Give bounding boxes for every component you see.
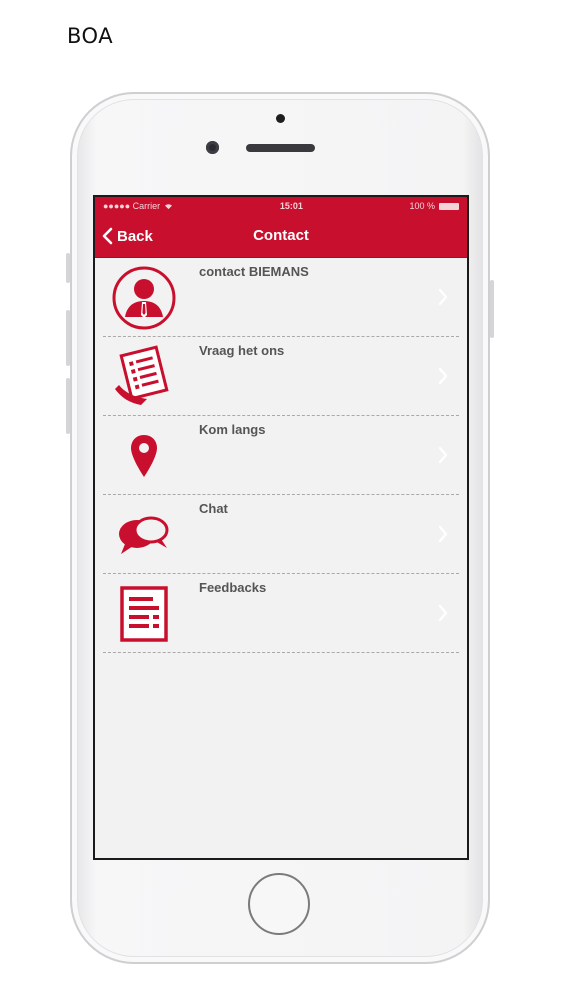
battery-icon [439, 202, 459, 210]
battery-percent: 100 % [409, 201, 435, 211]
list-item-vraag-het-ons[interactable]: Vraag het ons [103, 337, 459, 416]
navigation-bar: Back Contact [95, 215, 467, 258]
proximity-sensor [276, 114, 285, 123]
list-item-label: Vraag het ons [199, 343, 285, 358]
earpiece-speaker [246, 144, 315, 152]
list-item-chat[interactable]: Chat [103, 495, 459, 574]
page-caption: BOA [67, 24, 114, 48]
chevron-right-icon [438, 525, 448, 543]
list-item-contact-biemans[interactable]: contact BIEMANS [103, 258, 459, 337]
list-item-label: Kom langs [199, 422, 266, 437]
chat-bubbles-icon [109, 503, 179, 567]
form-icon [109, 582, 179, 646]
list-item-label: Chat [199, 501, 228, 516]
list-item-label: contact BIEMANS [199, 264, 309, 279]
front-camera-icon [206, 141, 219, 154]
list-item-label: Feedbacks [199, 580, 267, 595]
list-item-kom-langs[interactable]: Kom langs [103, 416, 459, 495]
page-title: Contact [253, 227, 309, 244]
status-bar: ●●●●● Carrier 15:01 100 % [95, 197, 467, 215]
chevron-right-icon [438, 367, 448, 385]
carrier-label: ●●●●● Carrier [103, 201, 161, 211]
chevron-right-icon [438, 288, 448, 306]
phone-screen: ●●●●● Carrier 15:01 100 % Back Contact c… [93, 195, 469, 860]
wifi-icon [165, 203, 173, 209]
chevron-right-icon [438, 446, 448, 464]
contact-options-list: contact BIEMANS Vraag het ons Kom langs … [95, 258, 467, 653]
map-pin-icon [109, 424, 179, 488]
person-icon [109, 266, 179, 330]
status-time: 15:01 [279, 201, 303, 211]
power-button [490, 280, 494, 338]
document-icon [109, 345, 179, 409]
home-button[interactable] [248, 873, 310, 935]
list-item-feedbacks[interactable]: Feedbacks [103, 574, 459, 653]
chevron-right-icon [438, 604, 448, 622]
